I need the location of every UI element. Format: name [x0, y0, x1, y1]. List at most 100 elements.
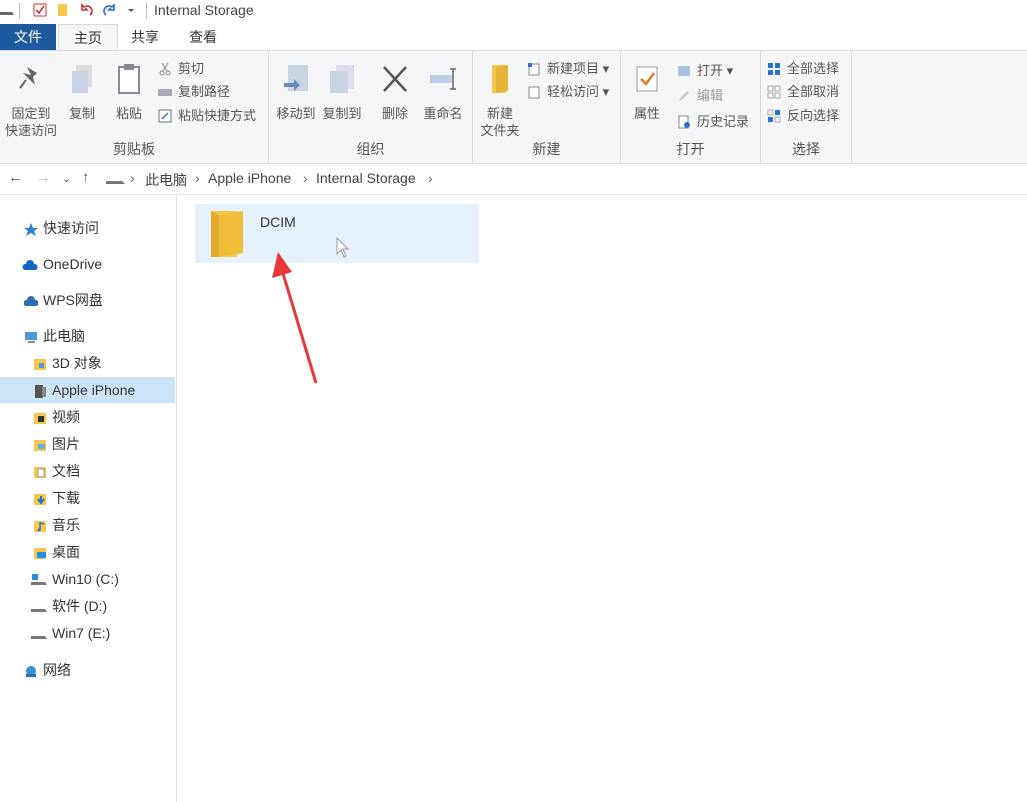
paste-button[interactable]: 粘贴: [108, 63, 150, 122]
sidebar-item-onedrive[interactable]: OneDrive: [22, 251, 102, 277]
tab-file[interactable]: 文件: [0, 24, 56, 50]
select-none-button[interactable]: 全部取消: [767, 82, 839, 102]
breadcrumb-apple-iphone[interactable]: Apple iPhone: [208, 170, 291, 186]
sidebar-label: Apple iPhone: [52, 382, 136, 398]
music-folder-icon: [34, 520, 46, 532]
select-group-label: 选择: [792, 141, 820, 157]
copy-path-button[interactable]: 复制路径: [158, 82, 230, 102]
paste-label: 粘贴: [115, 106, 142, 121]
breadcrumb-separator[interactable]: ›: [130, 170, 135, 186]
select-all-icon: [768, 63, 780, 75]
new-folder-button[interactable]: 新建 文件夹: [475, 63, 525, 139]
easy-access-label: 轻松访问: [547, 84, 600, 99]
navigation-pane: 快速访问 OneDrive WPS网盘 此电脑 3D 对象 Apple iPho…: [0, 195, 177, 802]
sidebar-item-network[interactable]: 网络: [24, 657, 71, 683]
rename-button[interactable]: 重命名: [419, 63, 467, 122]
copy-to-label: 复制到: [322, 106, 362, 121]
sidebar-item-quick-access[interactable]: 快速访问: [24, 215, 99, 241]
move-to-icon: [284, 65, 308, 91]
cloud-icon: [24, 295, 38, 306]
sidebar-item-this-pc[interactable]: 此电脑: [24, 323, 85, 349]
address-bar: ← → ⌄ ↑ › 此电脑 › Apple iPhone › Internal …: [0, 164, 1027, 195]
title-bar: Internal Storage: [0, 0, 1027, 22]
open-label: 打开: [697, 63, 724, 78]
sidebar-label: 文档: [52, 463, 80, 479]
tab-share[interactable]: 共享: [120, 24, 170, 50]
select-all-button[interactable]: 全部选择: [767, 59, 839, 79]
history-button[interactable]: 历史记录: [677, 112, 749, 132]
cut-button[interactable]: 剪切: [158, 59, 204, 79]
title-separator-2: [146, 3, 147, 19]
breadcrumb-internal-storage[interactable]: Internal Storage: [316, 170, 416, 186]
sidebar-label: OneDrive: [43, 256, 103, 272]
select-group: 全部选择 全部取消 反向选择 选择: [761, 51, 852, 163]
invert-selection-icon: [767, 109, 781, 123]
paste-shortcut-button[interactable]: 粘贴快捷方式: [158, 106, 256, 126]
copy-to-button[interactable]: 复制到: [319, 63, 365, 122]
sidebar-item-drive-d[interactable]: 软件 (D:): [31, 593, 107, 619]
sidebar-label: 图片: [52, 436, 80, 452]
pin-quick-access-button[interactable]: 固定到 快速访问: [2, 63, 60, 139]
dropdown-caret-icon: ▾: [723, 63, 734, 78]
up-arrow-icon[interactable]: ↑: [82, 169, 90, 186]
sidebar-item-pictures[interactable]: 图片: [33, 431, 80, 457]
properties-check-icon[interactable]: [33, 3, 47, 17]
paste-shortcut-icon: [158, 109, 172, 123]
tab-home[interactable]: 主页: [58, 24, 118, 51]
sidebar-item-videos[interactable]: 视频: [33, 404, 80, 430]
back-arrow-icon[interactable]: ←: [8, 169, 23, 186]
mouse-cursor-icon: [336, 237, 350, 258]
open-button[interactable]: 打开 ▾: [677, 61, 733, 81]
sidebar-item-drive-c[interactable]: Win10 (C:): [31, 566, 119, 592]
breadcrumb-separator[interactable]: ›: [195, 170, 200, 186]
documents-folder-icon: [34, 466, 46, 478]
sidebar-label: 软件 (D:): [52, 598, 108, 614]
easy-access-button[interactable]: 轻松访问 ▾: [527, 82, 609, 102]
sidebar-item-wps[interactable]: WPS网盘: [24, 287, 103, 313]
copy-button[interactable]: 复制: [62, 63, 102, 122]
pin-icon: [19, 67, 37, 89]
breadcrumb-this-pc[interactable]: 此电脑: [145, 170, 187, 190]
sidebar-label: WPS网盘: [43, 292, 103, 308]
copy-to-icon: [330, 65, 354, 93]
window-title: Internal Storage: [154, 2, 254, 18]
sidebar-item-downloads[interactable]: 下载: [33, 485, 80, 511]
recent-locations-icon[interactable]: ⌄: [62, 172, 71, 185]
new-item-button[interactable]: 新建项目 ▾: [527, 59, 609, 79]
quick-access-dropdown-icon[interactable]: [126, 3, 136, 17]
undo-icon[interactable]: [80, 3, 94, 17]
new-folder-icon: [492, 65, 508, 93]
forward-arrow-icon[interactable]: →: [36, 169, 51, 186]
breadcrumb-separator[interactable]: ›: [303, 170, 308, 186]
sidebar-item-drive-e[interactable]: Win7 (E:): [31, 620, 110, 646]
new-folder-icon[interactable]: [56, 3, 70, 17]
scissors-icon: [159, 62, 171, 76]
new-group: 新建 文件夹 新建项目 ▾ 轻松访问 ▾ 新建: [473, 51, 621, 163]
tab-view[interactable]: 查看: [178, 24, 228, 50]
sidebar-label: Win7 (E:): [52, 625, 111, 641]
paste-shortcut-label: 粘贴快捷方式: [178, 108, 257, 123]
organize-group: 移动到 复制到 删除 重命名 组织: [269, 51, 473, 163]
ribbon-tabs: 文件 主页 共享 查看: [0, 24, 1027, 51]
sidebar-item-music[interactable]: 音乐: [33, 512, 80, 538]
sidebar-label: 网络: [43, 662, 71, 678]
move-to-button[interactable]: 移动到: [273, 63, 319, 122]
sidebar-label: 桌面: [52, 544, 80, 560]
pin-label: 固定到 快速访问: [4, 106, 57, 138]
delete-button[interactable]: 删除: [373, 63, 417, 122]
properties-button[interactable]: 属性: [627, 63, 667, 122]
paste-icon: [118, 64, 140, 94]
edit-button[interactable]: 编辑: [677, 86, 723, 106]
sidebar-label: 音乐: [52, 517, 80, 533]
invert-selection-button[interactable]: 反向选择: [767, 106, 839, 126]
breadcrumb-separator[interactable]: ›: [428, 170, 433, 186]
sidebar-item-documents[interactable]: 文档: [33, 458, 80, 484]
sidebar-item-desktop[interactable]: 桌面: [33, 539, 80, 565]
select-none-label: 全部取消: [787, 84, 840, 99]
sidebar-item-3d-objects[interactable]: 3D 对象: [33, 350, 102, 376]
edit-label: 编辑: [697, 88, 724, 103]
sidebar-item-apple-iphone[interactable]: Apple iPhone: [0, 377, 175, 403]
dropdown-caret-icon: ▾: [599, 61, 610, 76]
ribbon: 固定到 快速访问 复制 粘贴 剪切 复制路径 粘贴快捷方式 剪贴板 移动到 复制…: [0, 50, 1027, 164]
redo-icon[interactable]: [102, 3, 116, 17]
